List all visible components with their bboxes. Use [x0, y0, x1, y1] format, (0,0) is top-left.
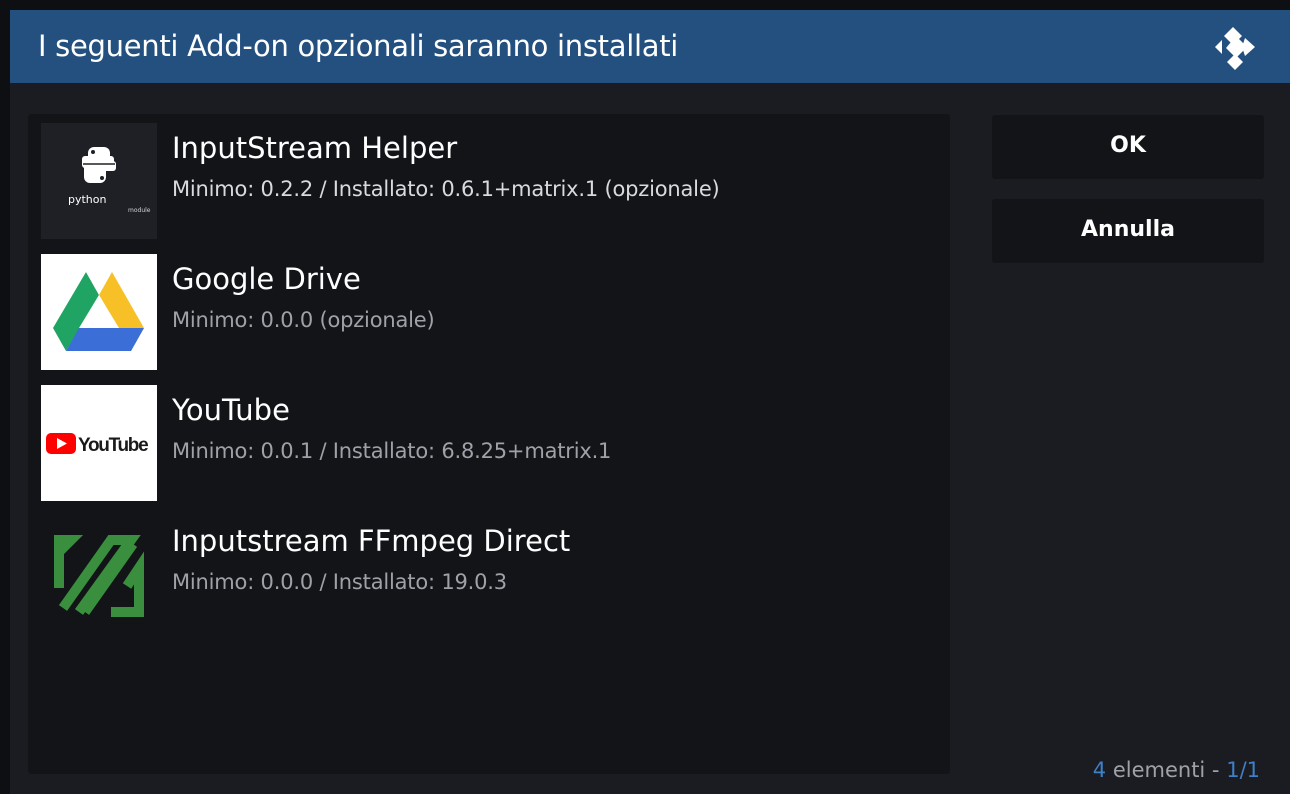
addon-details: Minimo: 0.0.1 / Installato: 6.8.25+matri…	[172, 439, 612, 463]
dialog-header: I seguenti Add-on opzionali saranno inst…	[10, 10, 1290, 83]
addon-name: InputStream Helper	[172, 131, 458, 165]
dialog-title: I seguenti Add-on opzionali saranno inst…	[38, 29, 679, 63]
ffmpeg-icon	[41, 516, 157, 632]
page-indicator: 1/1	[1226, 758, 1260, 782]
item-count-label: elementi -	[1106, 758, 1227, 782]
kodi-logo-icon	[1215, 27, 1255, 70]
svg-text:YouTube: YouTube	[78, 435, 148, 456]
addon-details: Minimo: 0.2.2 / Installato: 0.6.1+matrix…	[172, 177, 720, 201]
list-item-inputstream-helper[interactable]: python module InputStream Helper Minimo:…	[41, 123, 941, 239]
list-item-ffmpeg-direct[interactable]: Inputstream FFmpeg Direct Minimo: 0.0.0 …	[41, 516, 941, 632]
item-count: 4 elementi - 1/1	[1093, 756, 1260, 784]
list-item-youtube[interactable]: YouTube YouTube Minimo: 0.0.1 / Installa…	[41, 385, 941, 501]
addon-details: Minimo: 0.0.0 / Installato: 19.0.3	[172, 570, 507, 594]
youtube-icon: YouTube	[41, 385, 157, 501]
addon-details: Minimo: 0.0.0 (opzionale)	[172, 308, 435, 332]
addon-list[interactable]: python module InputStream Helper Minimo:…	[28, 114, 950, 774]
addon-install-dialog: I seguenti Add-on opzionali saranno inst…	[10, 10, 1290, 794]
addon-name: Inputstream FFmpeg Direct	[172, 524, 571, 558]
item-count-number: 4	[1092, 758, 1107, 782]
addon-name: Google Drive	[172, 262, 361, 296]
svg-text:python: python	[68, 193, 107, 206]
ok-button[interactable]: OK	[992, 115, 1264, 179]
svg-text:module: module	[128, 207, 151, 214]
list-item-google-drive[interactable]: Google Drive Minimo: 0.0.0 (opzionale)	[41, 254, 941, 370]
cancel-button[interactable]: Annulla	[992, 199, 1264, 263]
addon-name: YouTube	[172, 393, 290, 427]
python-module-icon: python module	[41, 123, 157, 239]
google-drive-icon	[41, 254, 157, 370]
